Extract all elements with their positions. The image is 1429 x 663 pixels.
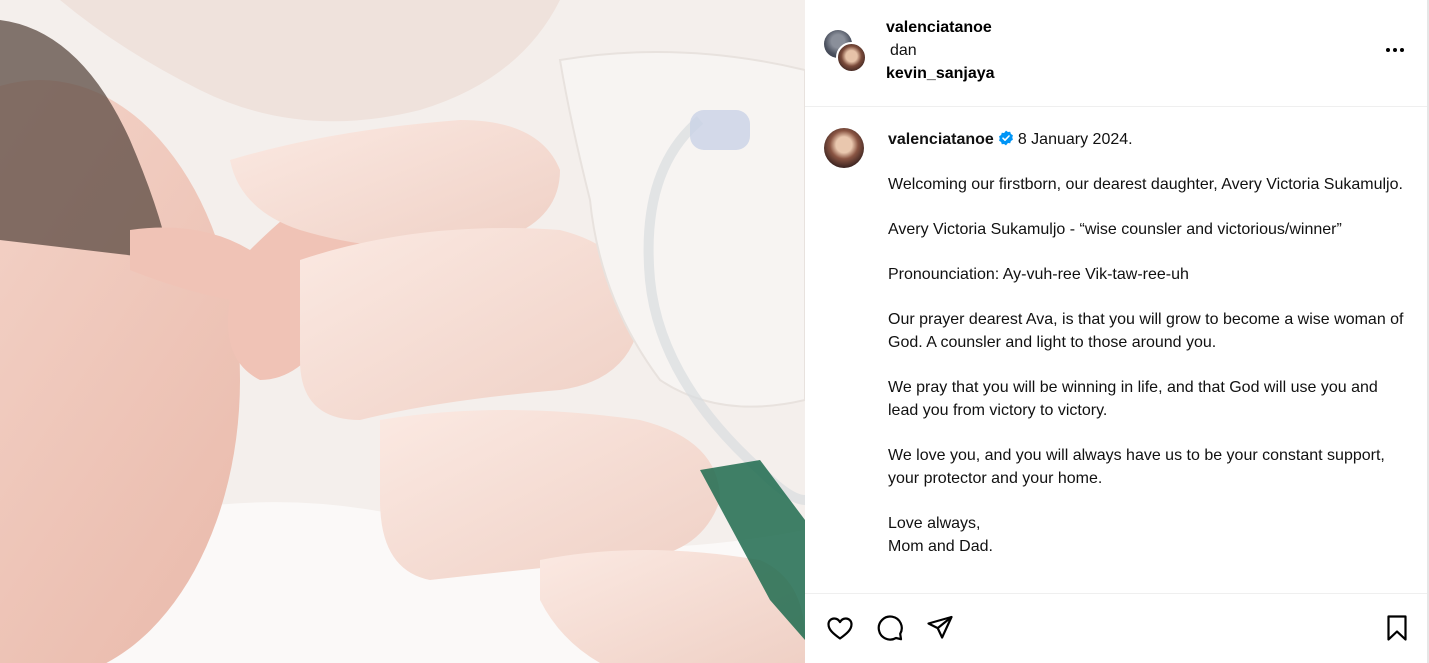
share-button[interactable] [924, 612, 956, 644]
more-options-icon[interactable] [1383, 38, 1407, 62]
header-separator: dan [890, 42, 917, 59]
caption-paragraph: Our prayer dearest Ava, is that you will… [888, 311, 1404, 351]
caption-username[interactable]: valenciatanoe [888, 131, 994, 148]
header-username-2[interactable]: kevin_sanjaya [886, 62, 995, 85]
photo-illustration [0, 0, 805, 663]
heart-icon [827, 617, 853, 640]
caption-signoff-line: Mom and Dad. [888, 538, 993, 555]
post-header: valenciatanoe dan kevin_sanjaya [805, 0, 1427, 107]
save-button[interactable] [1381, 612, 1413, 644]
post-detail-panel: valenciatanoe dan kevin_sanjaya valencia… [805, 0, 1429, 663]
caption-signoff-line: Love always, [888, 515, 981, 532]
avatar-valenciatanoe[interactable] [836, 42, 867, 73]
caption-paragraph: We pray that you will be winning in life… [888, 379, 1378, 419]
comment-icon [877, 615, 903, 641]
post-photo[interactable] [0, 0, 805, 663]
collab-names: valenciatanoe dan kevin_sanjaya [886, 16, 995, 85]
caption-date: 8 January 2024. [1017, 131, 1133, 148]
action-bar [805, 593, 1427, 663]
comment-button[interactable] [874, 612, 906, 644]
like-button[interactable] [824, 612, 856, 644]
bookmark-icon [1387, 615, 1407, 641]
verified-badge-icon [998, 130, 1013, 146]
header-username-1[interactable]: valenciatanoe [886, 16, 995, 39]
caption-avatar[interactable] [824, 128, 864, 168]
caption-area: valenciatanoe 8 January 2024. Welcoming o… [805, 108, 1427, 593]
caption-paragraph: Welcoming our firstborn, our dearest dau… [888, 176, 1403, 193]
caption-body: valenciatanoe 8 January 2024. Welcoming o… [888, 128, 1408, 558]
send-icon [927, 615, 953, 639]
caption-paragraph: Avery Victoria Sukamuljo - “wise counsle… [888, 221, 1342, 238]
collab-avatars[interactable] [824, 30, 868, 74]
caption-paragraph: We love you, and you will always have us… [888, 447, 1385, 487]
caption-paragraph: Pronounciation: Ay-vuh-ree Vik-taw-ree-u… [888, 266, 1189, 283]
